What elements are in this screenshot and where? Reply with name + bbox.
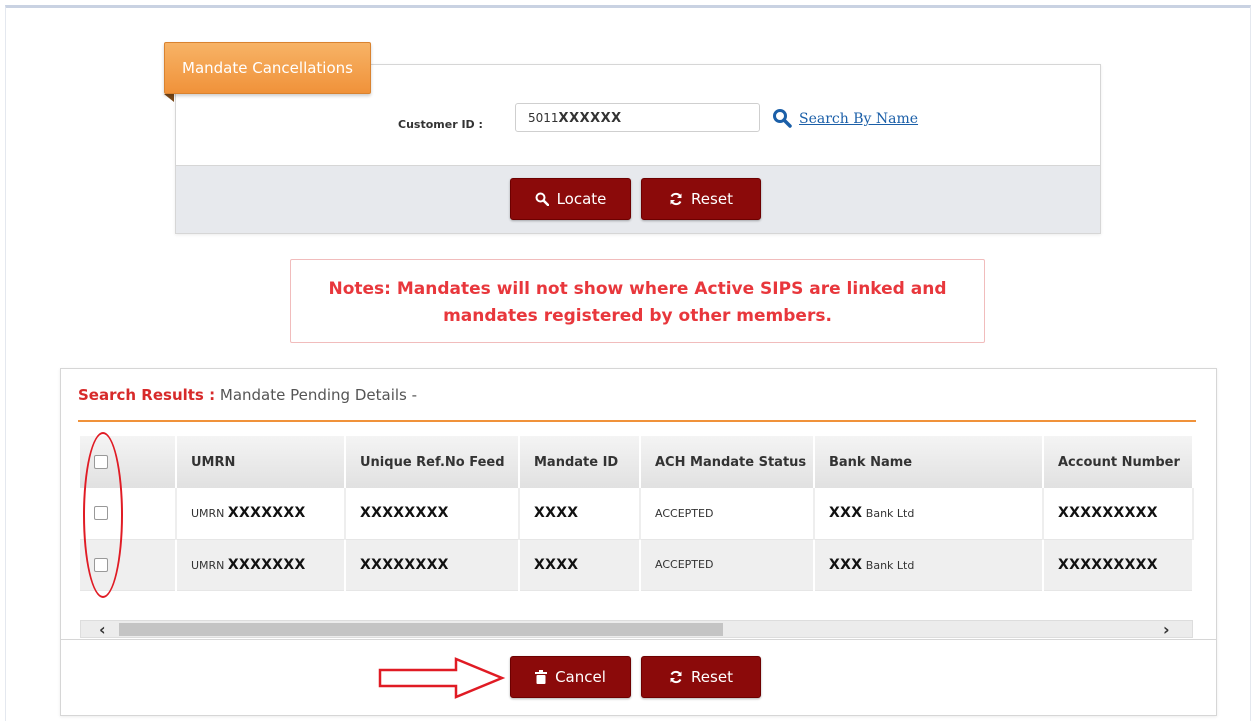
col-account-number[interactable]: Account Number — [1043, 436, 1194, 488]
bank-prefix: XXX — [829, 505, 863, 522]
reset-button-bottom-label: Reset — [691, 668, 733, 686]
search-icon[interactable] — [772, 108, 792, 128]
results-footer-divider — [61, 639, 1216, 640]
table-row[interactable]: UMRN XXXXXXX XXXXXXXX XXXX ACCEPTED XXX … — [80, 539, 1194, 591]
bank-cell: XXX Bank Ltd — [814, 488, 1044, 540]
trash-icon — [535, 670, 548, 684]
mandate-id-cell: XXXX — [519, 539, 641, 591]
search-by-name-link[interactable]: Search By Name — [799, 111, 918, 127]
umrn-cell: UMRN XXXXXXX — [176, 488, 346, 540]
notes-box: Notes: Mandates will not show where Acti… — [290, 259, 985, 343]
account-cell: XXXXXXXXX — [1043, 539, 1194, 591]
account-value: XXXXXXXXX — [1058, 505, 1158, 522]
horizontal-scrollbar[interactable]: ‹ › — [80, 620, 1193, 639]
tab-mandate-cancellations: Mandate Cancellations — [164, 42, 371, 94]
customer-id-prefix: 5011 — [528, 111, 559, 125]
mandate-table: UMRN Unique Ref.No Feed Mandate ID ACH M… — [80, 436, 1194, 591]
account-value: XXXXXXXXX — [1058, 556, 1158, 573]
cancel-button-label: Cancel — [555, 668, 606, 686]
scroll-thumb[interactable] — [119, 623, 723, 636]
tab-fold — [164, 94, 174, 102]
locate-button[interactable]: Locate — [510, 178, 631, 220]
mandate-id-value: XXXX — [534, 556, 579, 573]
search-icon — [535, 192, 549, 206]
status-cell: ACCEPTED — [640, 539, 815, 591]
scroll-right-icon[interactable]: › — [1163, 620, 1170, 639]
bank-cell: XXX Bank Ltd — [814, 539, 1044, 591]
checkbox-highlight-ellipse — [83, 432, 123, 598]
umrn-value: XXXXXXX — [227, 505, 306, 522]
col-mandate-id[interactable]: Mandate ID — [519, 436, 641, 488]
umrn-cell: UMRN XXXXXXX — [176, 539, 346, 591]
ref-cell: XXXXXXXX — [345, 488, 520, 540]
reset-button-top-label: Reset — [691, 190, 733, 208]
bank-prefix: XXX — [829, 556, 863, 573]
cancel-button[interactable]: Cancel — [510, 656, 631, 698]
umrn-prefix: UMRN — [191, 558, 225, 572]
reset-button-top[interactable]: Reset — [641, 178, 761, 220]
pointer-arrow-icon — [378, 657, 506, 699]
customer-id-input[interactable]: 5011XXXXXX — [515, 103, 760, 132]
table-row[interactable]: UMRN XXXXXXX XXXXXXXX XXXX ACCEPTED XXX … — [80, 488, 1194, 540]
notes-line-1: Notes: Mandates will not show where Acti… — [328, 279, 947, 299]
results-title-rest: Mandate Pending Details - — [219, 386, 418, 404]
ref-value: XXXXXXXX — [360, 556, 449, 573]
customer-id-label: Customer ID : — [398, 118, 483, 131]
bank-suffix: Bank Ltd — [865, 507, 915, 521]
mandate-id-cell: XXXX — [519, 488, 641, 540]
col-unique-ref[interactable]: Unique Ref.No Feed — [345, 436, 520, 488]
ref-value: XXXXXXXX — [360, 505, 449, 522]
results-title-prefix: Search Results : — [78, 386, 216, 404]
results-title: Search Results : Mandate Pending Details… — [78, 386, 417, 404]
bank-suffix: Bank Ltd — [865, 558, 915, 572]
refresh-icon — [670, 670, 682, 684]
locate-button-label: Locate — [556, 190, 607, 208]
col-umrn[interactable]: UMRN — [176, 436, 346, 488]
mandate-id-value: XXXX — [534, 505, 579, 522]
account-cell: XXXXXXXXX — [1043, 488, 1194, 540]
refresh-icon — [670, 192, 682, 206]
col-bank-name[interactable]: Bank Name — [814, 436, 1044, 488]
results-divider — [78, 420, 1196, 422]
ref-cell: XXXXXXXX — [345, 539, 520, 591]
col-ach-status[interactable]: ACH Mandate Status — [640, 436, 815, 488]
table-header-row: UMRN Unique Ref.No Feed Mandate ID ACH M… — [80, 436, 1194, 488]
umrn-value: XXXXXXX — [227, 556, 306, 573]
umrn-prefix: UMRN — [191, 507, 225, 521]
search-action-bar — [176, 165, 1100, 233]
notes-line-2: mandates registered by other members. — [443, 306, 832, 326]
scroll-left-icon[interactable]: ‹ — [99, 620, 106, 639]
reset-button-bottom[interactable]: Reset — [641, 656, 761, 698]
status-cell: ACCEPTED — [640, 488, 815, 540]
customer-id-masked: XXXXXX — [558, 111, 622, 126]
